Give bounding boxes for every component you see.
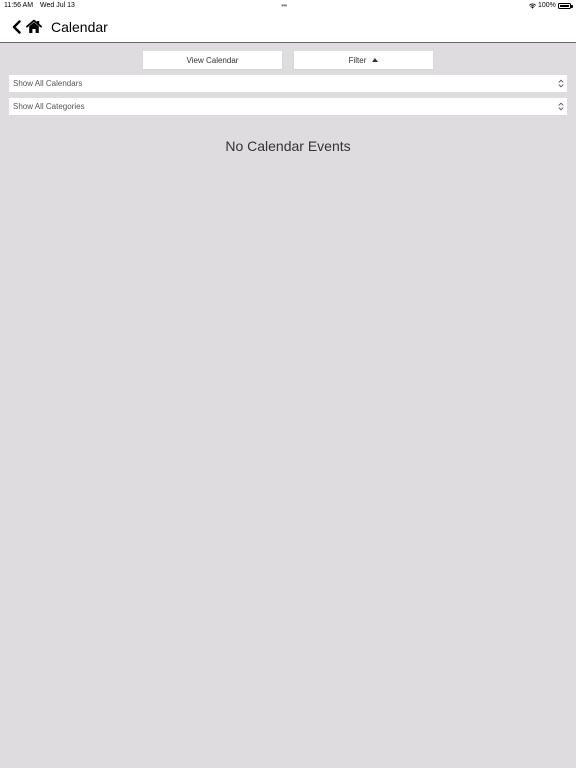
nav-bar: Calendar [0, 12, 576, 43]
battery-icon [558, 3, 571, 9]
calendars-select-value: Show All Calendars [13, 79, 83, 88]
updown-chevron-icon [558, 79, 564, 88]
battery-percent: 100% [538, 2, 556, 9]
filter-button[interactable]: Filter [294, 51, 433, 69]
status-time: 11:56 AM [4, 2, 34, 9]
categories-select[interactable]: Show All Categories [9, 98, 567, 115]
filter-label: Filter [348, 55, 367, 65]
status-date: Wed Jul 13 [40, 2, 75, 9]
home-icon[interactable] [26, 19, 42, 34]
empty-events-message: No Calendar Events [225, 138, 351, 154]
page-title: Calendar [51, 19, 108, 35]
updown-chevron-icon [558, 102, 564, 111]
status-bar: 11:56 AM Wed Jul 13 ••• 100% [0, 0, 576, 12]
battery-cap [571, 5, 573, 8]
view-calendar-button[interactable]: View Calendar [143, 51, 282, 69]
multitasking-dots-icon[interactable]: ••• [281, 1, 287, 10]
wifi-icon [529, 3, 536, 9]
calendars-select[interactable]: Show All Calendars [9, 75, 567, 92]
chevron-left-icon[interactable] [11, 20, 22, 34]
view-calendar-label: View Calendar [186, 55, 239, 65]
categories-select-value: Show All Categories [13, 102, 85, 111]
caret-up-icon [372, 58, 379, 62]
